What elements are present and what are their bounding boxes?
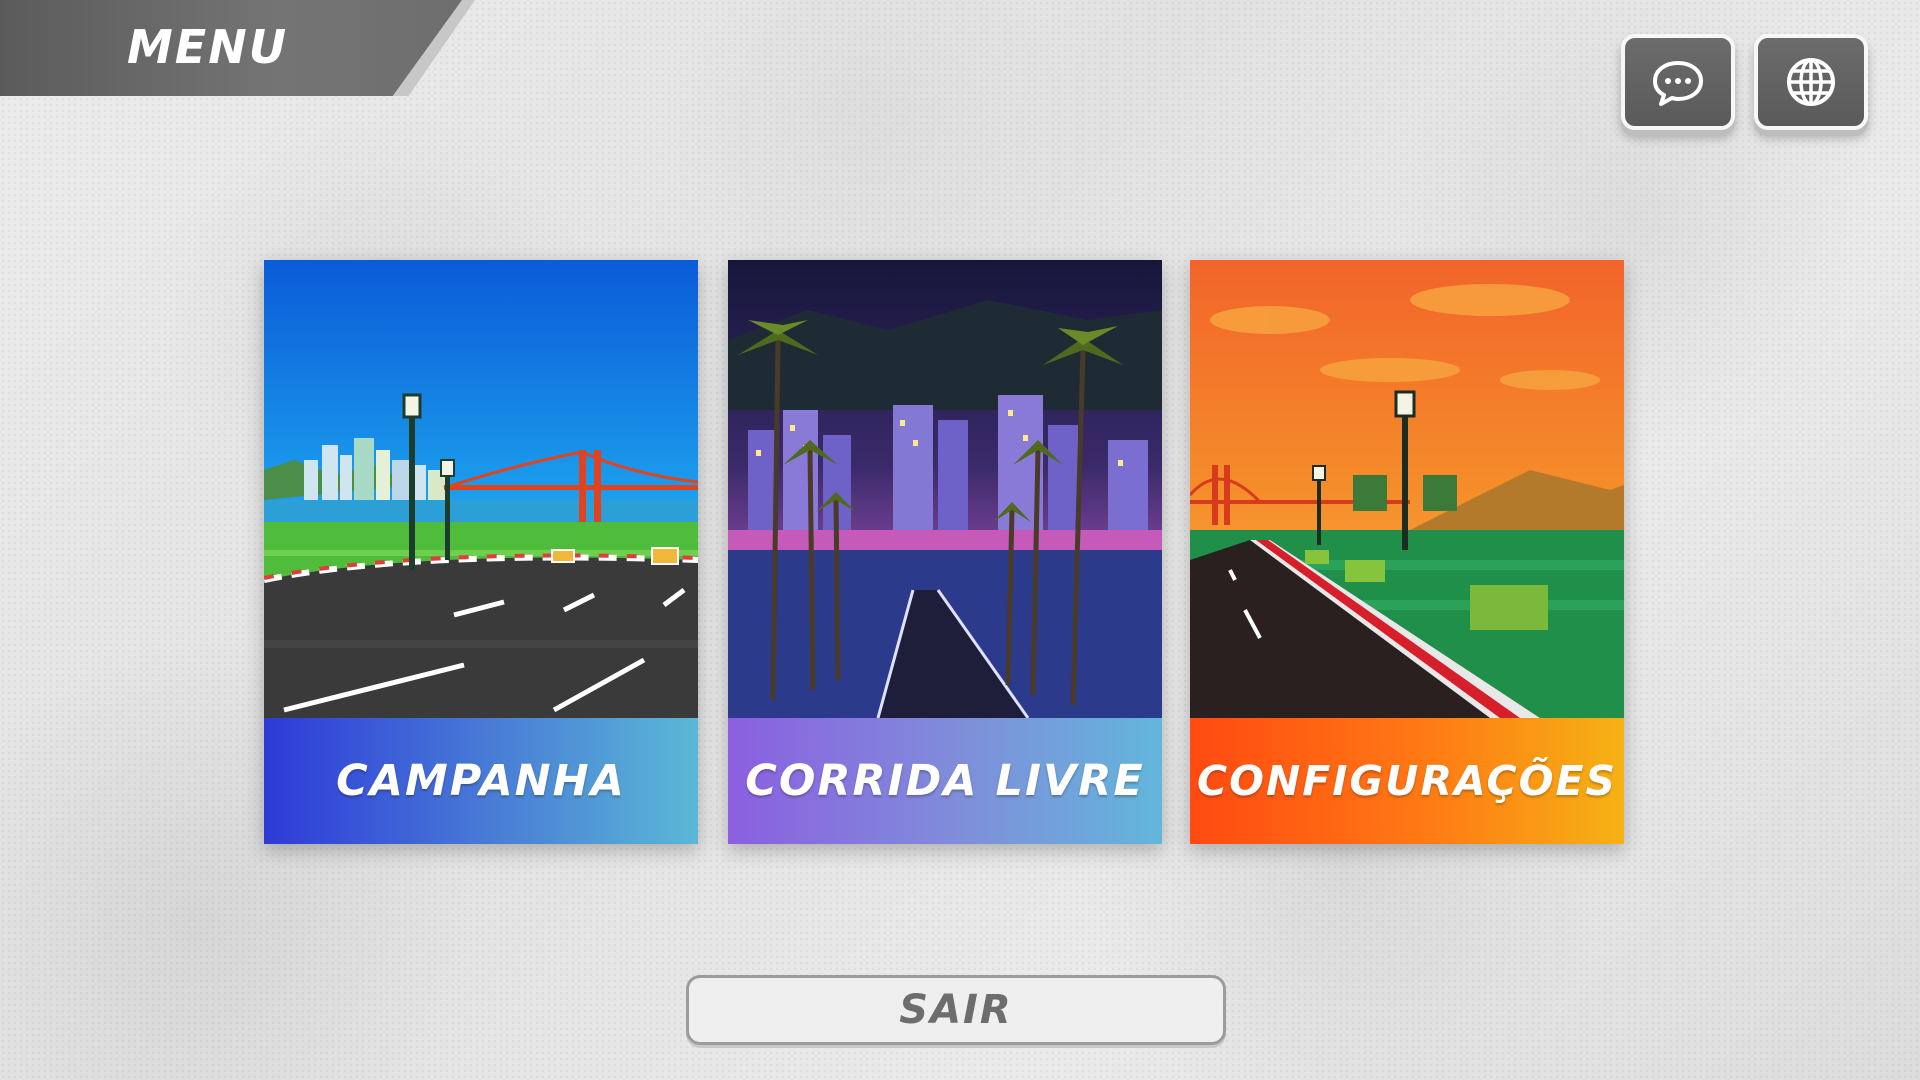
campaign-label: CAMPANHA <box>336 756 626 806</box>
free-race-card[interactable]: CORRIDA LIVRE <box>728 260 1162 844</box>
chat-bubble-icon <box>1653 61 1703 106</box>
free-race-label: CORRIDA LIVRE <box>745 756 1145 806</box>
language-button[interactable] <box>1754 34 1868 130</box>
menu-title: MENU <box>127 20 289 74</box>
globe-icon <box>1787 58 1835 106</box>
exit-button[interactable]: SAIR <box>686 975 1226 1045</box>
settings-label: CONFIGURAÇÕES <box>1197 757 1617 805</box>
free-race-scene-image <box>728 260 1162 718</box>
campaign-label-bar: CAMPANHA <box>264 718 698 844</box>
free-race-label-bar: CORRIDA LIVRE <box>728 718 1162 844</box>
settings-label-bar: CONFIGURAÇÕES <box>1190 718 1624 844</box>
chat-button[interactable] <box>1621 34 1735 130</box>
settings-scene-image <box>1190 260 1624 718</box>
settings-card[interactable]: CONFIGURAÇÕES <box>1190 260 1624 844</box>
campaign-card[interactable]: CAMPANHA <box>264 260 698 844</box>
campaign-scene-image <box>264 260 698 718</box>
menu-banner: MENU <box>0 0 475 96</box>
exit-button-label: SAIR <box>899 987 1013 1033</box>
